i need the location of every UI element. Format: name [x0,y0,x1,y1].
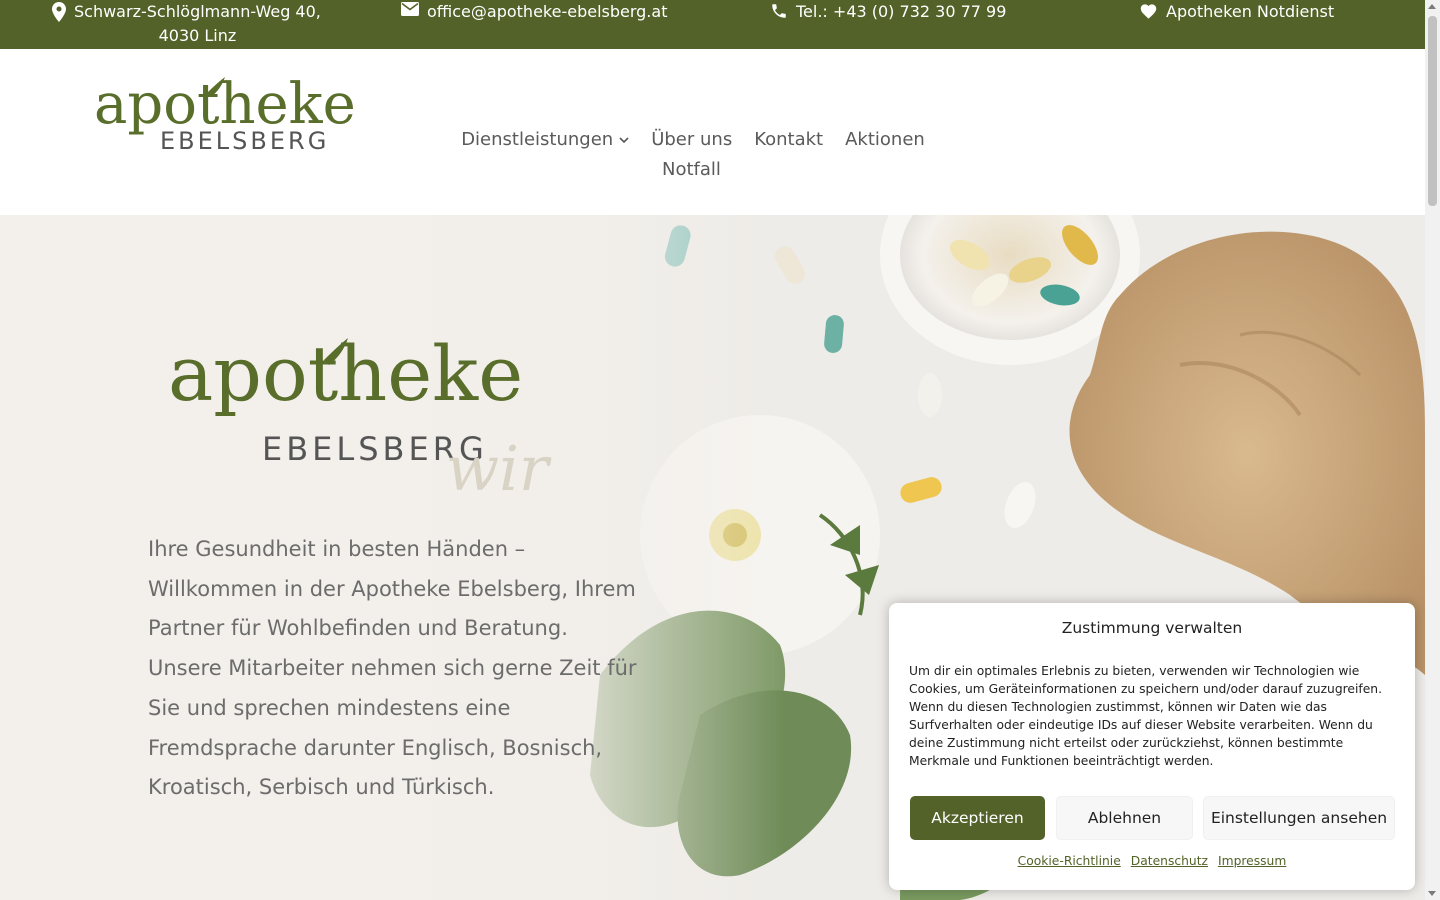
chevron-down-icon [619,136,629,143]
imprint-link[interactable]: Impressum [1218,854,1286,868]
site-header: apotheke EBELSBERG Dienstleistungen Über… [0,49,1425,215]
address[interactable]: Schwarz-Schlöglmann-Weg 40, 4030 Linz [52,0,321,48]
scrollbar[interactable] [1425,0,1440,900]
nav-aktionen[interactable]: Aktionen [845,125,925,155]
nav-label: Aktionen [845,129,925,150]
nav-notfall[interactable]: Notfall [662,155,721,185]
phone-text: Tel.: +43 (0) 732 30 77 99 [796,2,1007,21]
hero-logo: apotheke EBELSBERG wir [166,329,586,505]
emergency-text: Apotheken Notdienst [1166,2,1335,21]
email-text: office@apotheke-ebelsberg.at [427,2,668,21]
cookie-body: Um dir ein optimales Erlebnis zu bieten,… [909,664,1382,768]
mail-icon [401,2,419,16]
cookie-title: Zustimmung verwalten [1061,619,1243,637]
nav-dienstleistungen[interactable]: Dienstleistungen [461,125,629,155]
map-pin-icon [52,2,66,22]
address-line1: Schwarz-Schlöglmann-Weg 40, [74,2,321,21]
main-nav: Dienstleistungen Über uns Kontakt Aktion… [448,125,938,185]
nav-label: Kontakt [754,129,824,150]
site-logo[interactable]: apotheke EBELSBERG [92,71,382,159]
scroll-down-icon[interactable] [1428,891,1436,896]
address-line2: 4030 Linz [158,26,237,45]
settings-button[interactable]: Einstellungen ansehen [1203,796,1395,840]
phone-link[interactable]: Tel.: +43 (0) 732 30 77 99 [770,0,1006,24]
cookie-links: Cookie-Richtlinie Datenschutz Impressum [889,854,1415,868]
nav-label: Dienstleistungen [461,129,614,150]
heart-icon [1140,4,1157,19]
emergency-link[interactable]: Apotheken Notdienst [1139,0,1334,24]
accept-button[interactable]: Akzeptieren [910,796,1045,840]
cookie-consent-dialog: Zustimmung verwalten Um dir ein optimale… [889,603,1415,890]
top-bar: Schwarz-Schlöglmann-Weg 40, 4030 Linz of… [0,0,1425,49]
privacy-link[interactable]: Datenschutz [1131,854,1208,868]
scroll-thumb[interactable] [1428,16,1437,206]
nav-ueber-uns[interactable]: Über uns [651,125,732,155]
hero-logo-script: wir [446,432,552,500]
scroll-up-icon[interactable] [1428,4,1436,9]
phone-icon [772,4,786,18]
hero-intro-text: Ihre Gesundheit in besten Händen – Willk… [148,537,637,800]
email-link[interactable]: office@apotheke-ebelsberg.at [401,0,667,24]
nav-label: Über uns [651,129,733,150]
cookie-policy-link[interactable]: Cookie-Richtlinie [1018,854,1121,868]
nav-label: Notfall [662,159,721,180]
deny-button[interactable]: Ablehnen [1056,796,1193,840]
logo-sub: EBELSBERG [160,127,329,155]
nav-kontakt[interactable]: Kontakt [754,125,823,155]
